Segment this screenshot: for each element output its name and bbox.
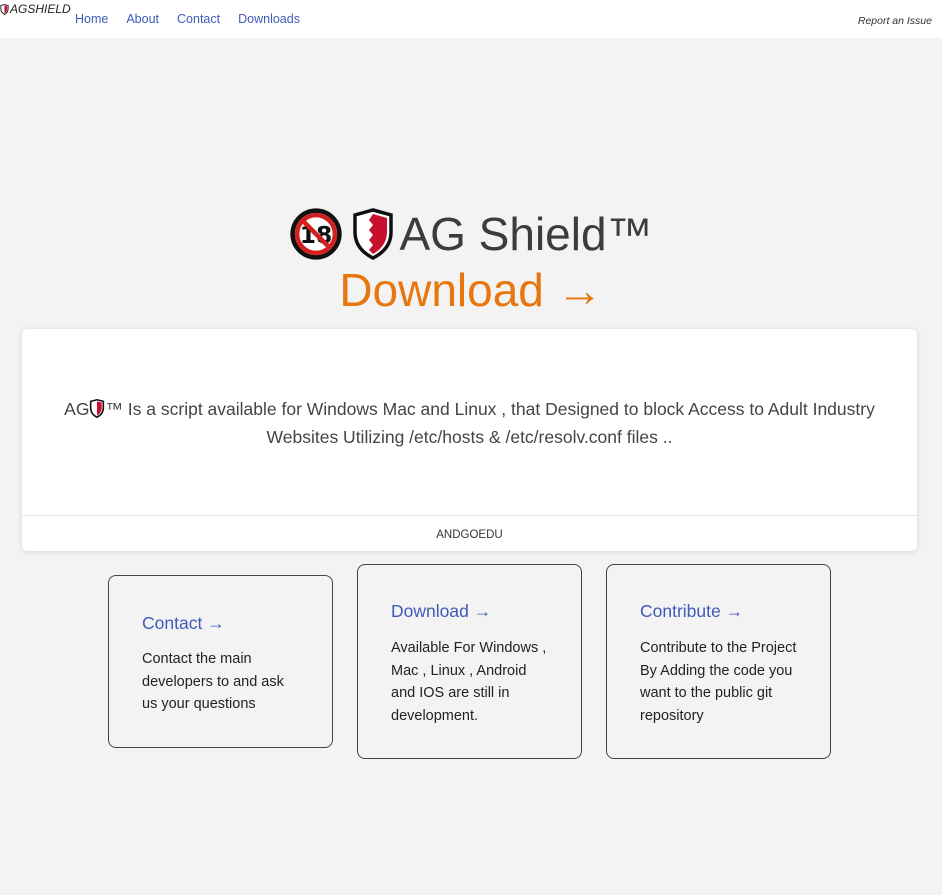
feature-contribute-text: Contribute to the Project By Adding the … (640, 640, 797, 724)
feature-card-download: Download → Available For Windows , Mac ,… (357, 564, 582, 759)
shield-icon (353, 208, 394, 260)
about-text: ™ Is a script available for Windows Mac … (105, 399, 875, 447)
feature-card-contact: Contact → Contact the main developers to… (108, 575, 333, 748)
nav-downloads[interactable]: Downloads (238, 12, 300, 26)
brand-name: AGSHIELD (10, 2, 71, 16)
no-18-icon: 18 (290, 208, 343, 260)
top-navbar: AGSHIELD Home About Contact Downloads Re… (0, 0, 942, 38)
about-card: AG ™ Is a script available for Windows M… (22, 329, 917, 551)
feature-contribute-link[interactable]: Contribute → (640, 601, 743, 622)
feature-card-contribute: Contribute → Contribute to the Project B… (606, 564, 831, 759)
feature-download-link[interactable]: Download → (391, 601, 491, 622)
shield-icon (0, 3, 9, 15)
feature-contact-text: Contact the main developers to and ask u… (142, 651, 284, 712)
about-card-footer: ANDGOEDU (22, 515, 917, 551)
report-issue-link[interactable]: Report an Issue (858, 15, 932, 27)
brand-link[interactable]: AGSHIELD (0, 2, 71, 16)
nav-contact[interactable]: Contact (177, 12, 220, 26)
nav-home[interactable]: Home (75, 12, 108, 26)
feature-contact-link[interactable]: Contact → (142, 613, 225, 634)
hero-title: 18 AG Shield™ (0, 206, 942, 262)
hero-download-link[interactable]: Download → (0, 262, 942, 318)
shield-icon (90, 399, 105, 418)
about-prefix: AG (64, 399, 90, 419)
main-nav: Home About Contact Downloads (75, 12, 318, 26)
feature-download-text: Available For Windows , Mac , Linux , An… (391, 640, 547, 724)
nav-about[interactable]: About (126, 12, 159, 26)
about-description: AG ™ Is a script available for Windows M… (42, 395, 897, 451)
hero-icons: 18 (289, 207, 395, 261)
hero-name: AG Shield™ (399, 208, 653, 260)
